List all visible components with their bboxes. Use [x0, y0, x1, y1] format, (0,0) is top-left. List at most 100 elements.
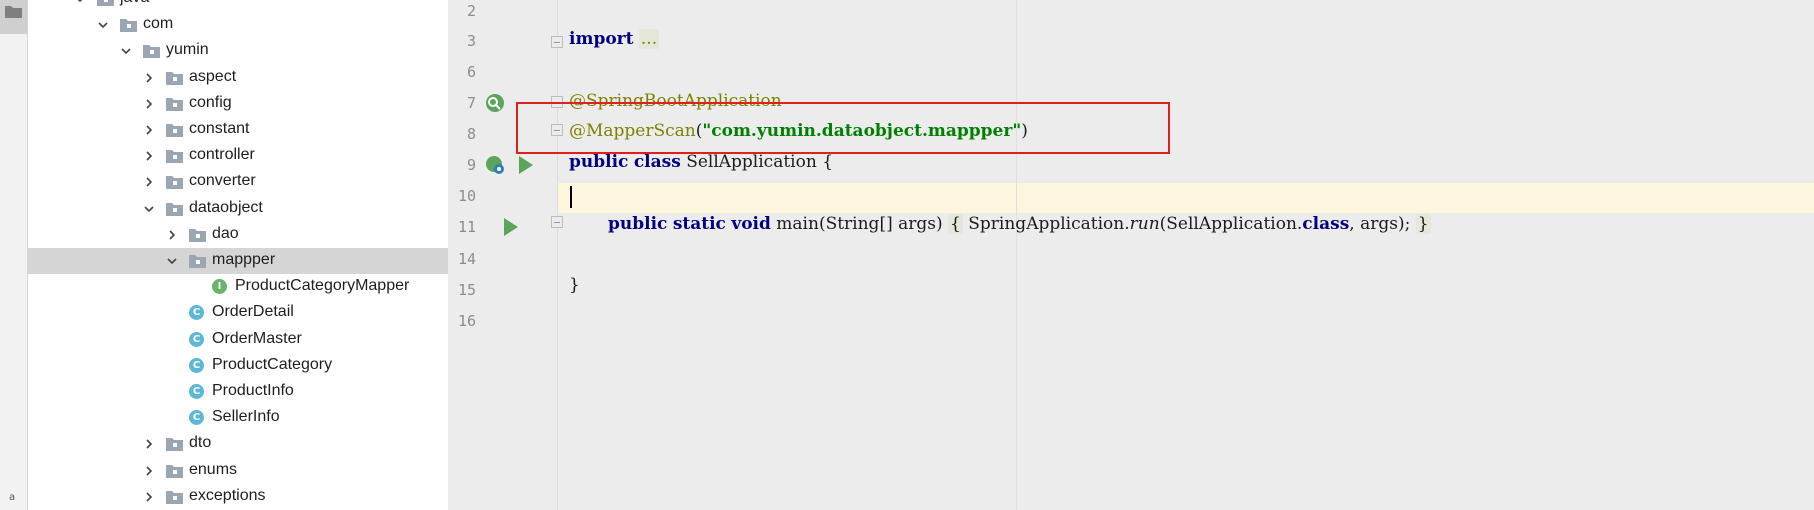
chevron-right-icon[interactable] — [144, 177, 154, 187]
code-editor[interactable]: 2 3 6 7 8 9 10 11 14 15 16 import ... @S… — [448, 0, 1814, 510]
tree-item-label: ProductCategoryMapper — [235, 277, 410, 295]
tree-item-label: dto — [189, 434, 212, 452]
tree-item-label: converter — [189, 172, 256, 190]
run-class-icon[interactable] — [519, 156, 533, 174]
keyword-class: class — [633, 152, 681, 172]
spring-run-config-icon[interactable] — [484, 154, 506, 176]
tree-item-dto[interactable]: dto — [28, 431, 448, 457]
code-line-9: public class SellApplication { — [569, 152, 833, 172]
package-folder-icon — [166, 71, 183, 85]
run-args-a: (SellApplication. — [1159, 214, 1303, 234]
tree-item-dao[interactable]: dao — [28, 222, 448, 248]
fold-brace-close: } — [1415, 214, 1431, 234]
keyword-public: public — [569, 152, 629, 172]
run-main-icon[interactable] — [504, 218, 518, 236]
main-signature: main(String[] args) — [776, 214, 943, 234]
tree-item-productcategorymapper[interactable]: I ProductCategoryMapper — [28, 274, 448, 300]
tree-item-aspect[interactable]: aspect — [28, 65, 448, 91]
line-number: 16 — [457, 312, 476, 330]
tree-item-label: controller — [189, 146, 255, 164]
package-folder-icon — [166, 124, 183, 137]
class-icon: C — [189, 384, 204, 399]
tree-item-label: ProductCategory — [212, 355, 333, 373]
chevron-right-icon[interactable] — [144, 492, 154, 502]
package-folder-icon — [166, 438, 183, 452]
tree-item-dataobject[interactable]: dataobject — [28, 196, 448, 222]
tree-item-com[interactable]: com — [28, 12, 448, 38]
chevron-down-icon[interactable] — [75, 0, 85, 4]
tree-item-label: java — [120, 0, 149, 7]
package-folder-icon — [143, 45, 160, 59]
chevron-down-icon[interactable] — [98, 20, 108, 30]
line-number: 11 — [457, 218, 476, 236]
tree-item-converter[interactable]: converter — [28, 169, 448, 195]
line-number: 2 — [466, 2, 476, 20]
chevron-right-icon[interactable] — [144, 151, 154, 161]
chevron-right-icon[interactable] — [144, 125, 154, 135]
strip-bottom-char: a — [9, 492, 16, 503]
fold-imports-marker[interactable] — [551, 36, 563, 48]
chevron-down-icon[interactable] — [121, 46, 131, 56]
chevron-right-icon[interactable] — [144, 73, 154, 83]
tree-item-label: exceptions — [189, 486, 266, 504]
tree-item-enums[interactable]: enums — [28, 458, 448, 484]
package-folder-icon — [166, 97, 183, 111]
tree-item-constant[interactable]: constant — [28, 117, 448, 143]
tree-item-yumin[interactable]: yumin — [28, 38, 448, 64]
text-caret — [570, 186, 572, 208]
tree-item-productcategory[interactable]: C ProductCategory — [28, 353, 448, 379]
tree-item-label: aspect — [189, 67, 237, 85]
class-icon: C — [189, 305, 204, 321]
import-fold-placeholder[interactable]: ... — [638, 29, 660, 49]
package-folder-icon — [166, 464, 183, 478]
line-number: 14 — [457, 250, 476, 268]
fold-main-marker[interactable] — [551, 216, 563, 228]
spring-application-call: SpringApplication. — [968, 214, 1130, 234]
right-margin-guide — [1016, 0, 1017, 510]
class-icon: C — [189, 331, 204, 347]
chevron-right-icon[interactable] — [144, 439, 154, 449]
line-number: 9 — [466, 156, 476, 174]
project-tool-tab[interactable] — [0, 0, 27, 34]
tree-item-mappper[interactable]: mappper — [28, 248, 448, 274]
package-folder-icon — [166, 202, 183, 216]
spring-bean-icon[interactable] — [484, 92, 506, 114]
tree-item-productinfo[interactable]: C ProductInfo — [28, 379, 448, 405]
tool-window-strip: a — [0, 0, 28, 510]
class-icon: C — [189, 410, 204, 426]
line-number: 7 — [466, 94, 476, 112]
tree-item-label: OrderMaster — [212, 329, 302, 347]
tree-item-controller[interactable]: controller — [28, 143, 448, 169]
package-folder-icon — [189, 228, 206, 242]
code-line-3: import ... — [569, 29, 660, 49]
run-args-b: , args); — [1349, 214, 1411, 234]
chevron-right-icon[interactable] — [144, 466, 154, 476]
line-number: 8 — [466, 125, 476, 143]
code-line-15: } — [569, 275, 580, 295]
package-folder-icon — [120, 19, 137, 33]
current-line-highlight — [448, 183, 1814, 213]
tree-item-config[interactable]: config — [28, 91, 448, 117]
keyword-static: static — [672, 214, 726, 234]
run-method: run — [1129, 214, 1160, 234]
chevron-right-icon[interactable] — [144, 99, 154, 109]
tree-item-label: mappper — [212, 251, 276, 268]
tree-item-label: yumin — [166, 41, 209, 59]
tree-item-exceptions[interactable]: exceptions — [28, 484, 448, 510]
class-declaration: SellApplication { — [686, 152, 834, 172]
tree-item-ordermaster[interactable]: C OrderMaster — [28, 327, 448, 353]
line-number: 15 — [457, 281, 476, 299]
tree-item-sellerinfo[interactable]: C SellerInfo — [28, 405, 448, 431]
tree-item-label: constant — [189, 120, 250, 137]
keyword-class-literal: class — [1302, 214, 1350, 234]
package-folder-icon — [166, 176, 183, 190]
line-number: 3 — [466, 32, 476, 50]
tree-item-java[interactable]: java — [28, 0, 448, 12]
code-line-11: public static void main(String[] args) {… — [608, 214, 1431, 234]
chevron-right-icon[interactable] — [167, 230, 177, 240]
class-icon: C — [189, 357, 204, 373]
chevron-down-icon[interactable] — [167, 256, 177, 266]
tree-item-orderdetail[interactable]: C OrderDetail — [28, 300, 448, 326]
annotation-highlight-box — [516, 102, 1170, 154]
chevron-down-icon[interactable] — [144, 204, 154, 214]
